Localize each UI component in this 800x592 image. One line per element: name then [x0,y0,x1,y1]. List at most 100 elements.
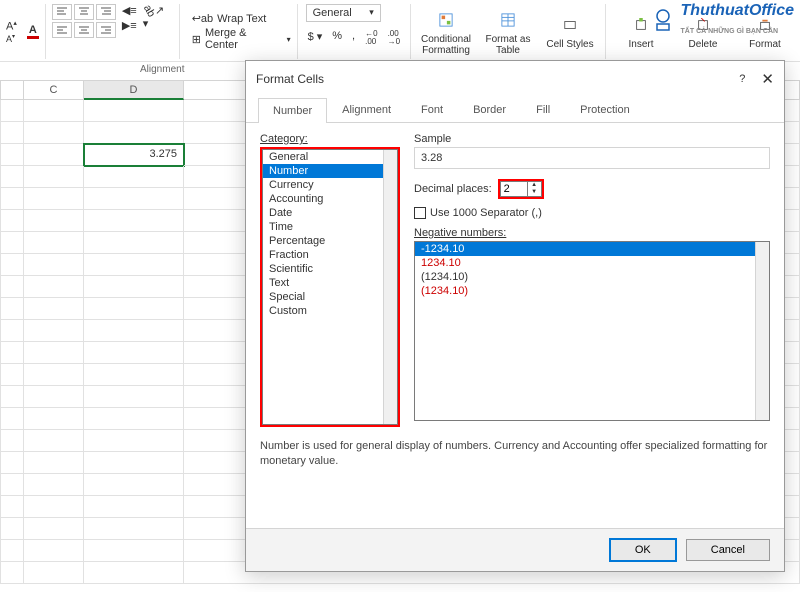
cell[interactable] [84,408,184,430]
category-item[interactable]: Special [263,290,397,304]
category-item[interactable]: Scientific [263,262,397,276]
cell[interactable] [84,100,184,122]
category-item[interactable]: Text [263,276,397,290]
align-top-left[interactable] [52,4,72,20]
cell[interactable] [24,518,84,540]
category-item[interactable]: Currency [263,178,397,192]
cell[interactable] [84,254,184,276]
row-header[interactable] [0,276,24,298]
cell[interactable] [84,496,184,518]
scrollbar[interactable] [755,242,769,420]
cell[interactable] [24,298,84,320]
cell[interactable] [84,210,184,232]
number-format-select[interactable]: General [306,4,381,22]
category-item[interactable]: Time [263,220,397,234]
selected-cell[interactable]: 3.275 [84,144,184,166]
row-header[interactable] [0,562,24,584]
cell[interactable] [84,430,184,452]
row-header[interactable] [0,166,24,188]
cell[interactable] [84,276,184,298]
category-item[interactable]: Number [263,164,397,178]
cancel-button[interactable]: Cancel [686,539,770,561]
thousand-separator-checkbox[interactable] [414,207,426,219]
cell[interactable] [24,452,84,474]
row-header[interactable] [0,122,24,144]
cell[interactable] [84,320,184,342]
negative-format-item[interactable]: 1234.10 [415,256,769,270]
row-header[interactable] [0,254,24,276]
cell[interactable] [24,562,84,584]
cell[interactable] [84,188,184,210]
row-header[interactable] [0,496,24,518]
cell[interactable] [24,276,84,298]
cell[interactable] [24,122,84,144]
cell[interactable] [84,474,184,496]
cell[interactable] [24,408,84,430]
row-header[interactable] [0,100,24,122]
cell[interactable] [24,188,84,210]
row-header[interactable] [0,210,24,232]
row-header[interactable] [0,408,24,430]
cell[interactable] [84,452,184,474]
category-item[interactable]: Custom [263,304,397,318]
cell[interactable] [84,518,184,540]
tab-border[interactable]: Border [458,97,521,122]
cell[interactable] [84,232,184,254]
scrollbar[interactable] [383,150,397,424]
align-top-center[interactable] [74,4,94,20]
row-header[interactable] [0,342,24,364]
help-button[interactable]: ? [739,73,745,85]
column-header-d[interactable]: D [84,80,184,100]
cell[interactable] [84,540,184,562]
cell[interactable] [24,254,84,276]
row-header[interactable] [0,430,24,452]
orientation-button[interactable]: ab↗ ▾ [143,4,173,30]
close-button[interactable]: ✕ [761,70,774,88]
cell-styles-button[interactable]: Cell Styles [541,13,599,50]
percent-format-button[interactable]: % [330,30,344,46]
cell[interactable] [24,342,84,364]
decrease-indent-icon[interactable]: ◀≡ [122,4,137,17]
ok-button[interactable]: OK [610,539,676,561]
cell[interactable] [84,342,184,364]
negative-format-item[interactable]: (1234.10) [415,270,769,284]
cell[interactable] [84,386,184,408]
row-header[interactable] [0,320,24,342]
cell[interactable] [24,100,84,122]
row-header[interactable] [0,474,24,496]
select-all-corner[interactable] [0,80,24,100]
category-item[interactable]: Date [263,206,397,220]
row-header[interactable] [0,298,24,320]
row-header[interactable] [0,232,24,254]
align-top-right[interactable] [96,4,116,20]
column-header-c[interactable]: C [24,80,84,100]
negative-numbers-listbox[interactable]: -1234.101234.10(1234.10)(1234.10) [414,241,770,421]
decrease-font-icon[interactable]: A▾ [6,33,17,44]
cell[interactable] [24,474,84,496]
cell[interactable] [24,232,84,254]
font-color-button[interactable]: A [27,24,39,39]
row-header[interactable] [0,364,24,386]
row-header[interactable] [0,188,24,210]
category-item[interactable]: Fraction [263,248,397,262]
cell[interactable] [24,320,84,342]
cell[interactable] [84,122,184,144]
increase-decimal-button[interactable]: ←0.00 [363,30,379,46]
cell[interactable] [84,166,184,188]
cell[interactable] [24,364,84,386]
conditional-formatting-button[interactable]: Conditional Formatting [417,8,475,56]
tab-number[interactable]: Number [258,98,327,123]
negative-format-item[interactable]: (1234.10) [415,284,769,298]
negative-format-item[interactable]: -1234.10 [415,242,769,256]
cell[interactable] [84,298,184,320]
increase-font-icon[interactable]: A▴ [6,19,17,33]
wrap-text-button[interactable]: ↩ab Wrap Text [192,12,291,25]
merge-center-button[interactable]: ⊞ Merge & Center ▾ [192,27,291,51]
cell[interactable] [24,210,84,232]
align-left[interactable] [52,22,72,38]
row-header[interactable] [0,144,24,166]
tab-protection[interactable]: Protection [565,97,645,122]
format-table-button[interactable]: Format as Table [479,8,537,56]
cell[interactable] [24,144,84,166]
cell[interactable] [24,166,84,188]
